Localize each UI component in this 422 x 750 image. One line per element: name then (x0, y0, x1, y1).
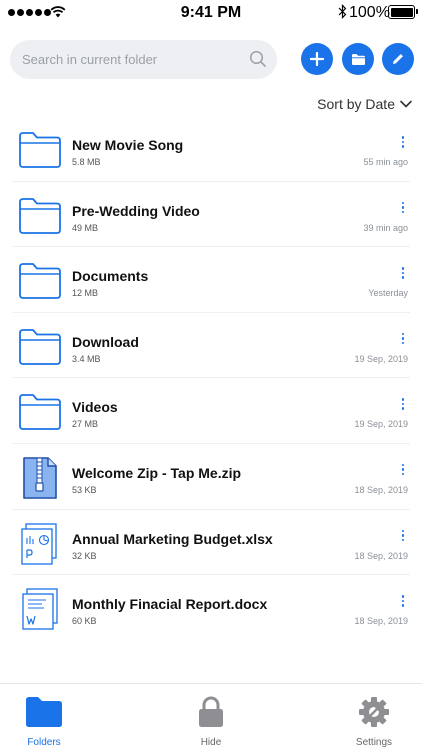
file-name: Annual Marketing Budget.xlsx (72, 530, 273, 547)
file-size: 5.8 MB (72, 157, 101, 167)
file-name: Videos (72, 399, 118, 416)
list-item[interactable]: Annual Marketing Budget.xlsx 32 KB 18 Se… (0, 510, 422, 576)
file-size: 27 MB (72, 419, 99, 430)
more-options-icon[interactable] (398, 136, 408, 150)
file-date: 19 Sep, 2019 (354, 419, 408, 430)
more-options-icon[interactable] (398, 595, 408, 609)
file-name: Download (72, 333, 139, 350)
file-size: 32 KB (72, 550, 97, 561)
list-item[interactable]: Monthly Finacial Report.docx 60 KB 18 Se… (0, 575, 422, 641)
list-item[interactable]: Download 3.4 MB 19 Sep, 2019 (0, 313, 422, 379)
file-name: Monthly Finacial Report.docx (72, 596, 268, 613)
tab-settings[interactable]: Settings (334, 696, 414, 748)
more-options-icon[interactable] (398, 463, 408, 478)
file-list: New Movie Song 5.8 MB 55 min ago Pre-Wed… (0, 116, 422, 641)
tab-label: Settings (355, 737, 393, 748)
file-date: 55 min ago (363, 157, 408, 167)
battery-icon (388, 5, 418, 19)
list-item[interactable]: Documents 12 MB Yesterday (0, 247, 422, 313)
zip-file-icon (18, 456, 62, 500)
spreadsheet-file-icon (18, 522, 62, 566)
file-name: Documents (72, 268, 149, 285)
file-date: 18 Sep, 2019 (354, 550, 408, 561)
chevron-down-icon (400, 100, 412, 108)
folder-icon (18, 325, 62, 369)
tab-bar: Folders Hide Settings (0, 683, 422, 750)
file-size: 60 KB (72, 616, 97, 627)
search-bar[interactable] (10, 40, 277, 79)
folder-icon (18, 390, 62, 434)
plus-icon (310, 52, 324, 66)
search-icon[interactable] (249, 50, 267, 68)
folder-icon (351, 53, 365, 65)
folder-icon (18, 194, 62, 238)
document-file-icon (18, 587, 62, 631)
tab-folders[interactable]: Folders (4, 696, 84, 748)
sort-dropdown[interactable]: Sort by Date (317, 96, 412, 112)
file-name: Welcome Zip - Tap Me.zip (72, 464, 242, 481)
more-options-icon[interactable] (398, 332, 408, 347)
file-size: 3.4 MB (72, 353, 101, 364)
file-date: 19 Sep, 2019 (354, 353, 408, 364)
gear-icon (359, 697, 389, 727)
more-options-icon[interactable] (398, 398, 408, 412)
folder-icon (26, 697, 62, 727)
list-item[interactable]: New Movie Song 5.8 MB 55 min ago (0, 116, 422, 182)
file-date: 18 Sep, 2019 (354, 484, 408, 495)
new-folder-button[interactable] (342, 43, 374, 75)
pencil-icon (393, 54, 403, 64)
more-options-icon[interactable] (398, 267, 408, 281)
edit-button[interactable] (382, 43, 414, 75)
battery-percentage: 100% (349, 4, 390, 21)
lock-icon (199, 696, 223, 727)
search-input[interactable] (22, 40, 242, 79)
sort-label: Sort by Date (317, 96, 395, 112)
list-item[interactable]: Pre-Wedding Video 49 MB 39 min ago (0, 182, 422, 248)
file-name: New Movie Song (72, 137, 184, 153)
status-bar: 9:41 PM 100% (0, 0, 422, 26)
file-size: 12 MB (72, 288, 99, 299)
file-date: 39 min ago (363, 222, 408, 233)
more-options-icon[interactable] (398, 529, 408, 544)
folder-icon (18, 128, 62, 172)
tab-hide[interactable]: Hide (171, 696, 251, 748)
folder-icon (18, 259, 62, 303)
more-options-icon[interactable] (398, 201, 408, 216)
list-item[interactable]: Welcome Zip - Tap Me.zip 53 KB 18 Sep, 2… (0, 444, 422, 510)
file-name: Pre-Wedding Video (72, 202, 200, 219)
file-date: Yesterday (368, 288, 408, 299)
add-button[interactable] (301, 43, 333, 75)
file-size: 49 MB (72, 222, 99, 233)
file-date: 18 Sep, 2019 (354, 616, 408, 627)
file-size: 53 KB (72, 484, 97, 495)
tab-label: Folders (27, 737, 61, 748)
bluetooth-icon (338, 4, 347, 19)
list-item[interactable]: Videos 27 MB 19 Sep, 2019 (0, 378, 422, 444)
tab-label: Hide (200, 737, 222, 748)
